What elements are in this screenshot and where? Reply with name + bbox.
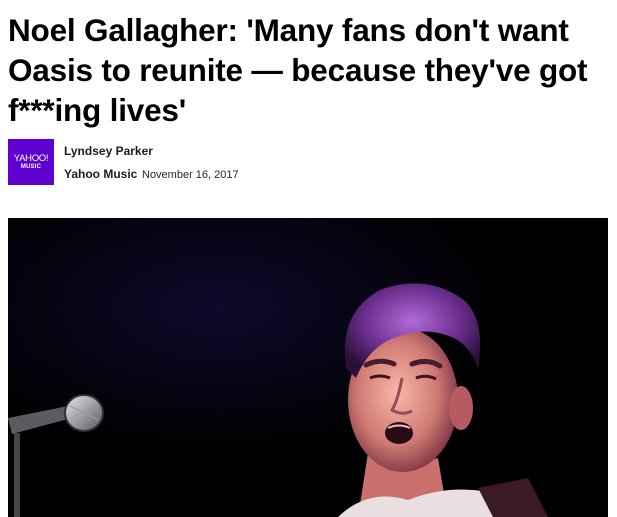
logo-subtext: MUSIC bbox=[20, 163, 42, 170]
byline: YAHOO! MUSIC Lyndsey Parker Yahoo Music … bbox=[8, 139, 608, 187]
author-name[interactable]: Lyndsey Parker bbox=[64, 144, 153, 158]
article-headline: Noel Gallagher: 'Many fans don't want Oa… bbox=[8, 12, 588, 128]
provider-name[interactable]: Yahoo Music bbox=[64, 167, 137, 181]
publish-date: November 16, 2017 bbox=[142, 169, 239, 181]
concert-photo bbox=[8, 218, 608, 517]
yahoo-music-logo[interactable]: YAHOO! MUSIC bbox=[8, 139, 54, 185]
logo-text: YAHOO! bbox=[13, 152, 49, 164]
article-hero-image[interactable] bbox=[8, 218, 608, 517]
